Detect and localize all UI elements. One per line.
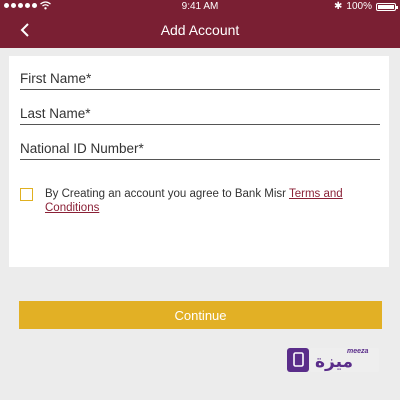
terms-checkbox[interactable] — [20, 188, 33, 201]
battery-icon — [376, 2, 398, 11]
last-name-field — [20, 103, 380, 125]
battery-percent: 100% — [346, 1, 372, 12]
national-id-field — [20, 138, 380, 160]
first-name-field — [20, 68, 380, 90]
national-id-input[interactable] — [20, 138, 380, 156]
status-right: ✱ 100% — [334, 0, 398, 13]
terms-agreement-text: By Creating an account you agree to Bank… — [45, 187, 365, 215]
page-title: Add Account — [160, 22, 240, 38]
first-name-input[interactable] — [20, 68, 380, 86]
meeza-logo: meeza ميزة — [287, 347, 379, 373]
form-card: By Creating an account you agree to Bank… — [9, 56, 389, 267]
meeza-arabic-wordmark: ميزة — [315, 352, 354, 372]
bluetooth-icon: ✱ — [334, 1, 343, 12]
last-name-input[interactable] — [20, 103, 380, 121]
continue-button[interactable]: Continue — [19, 301, 382, 329]
app-header: Add Account — [0, 13, 400, 48]
status-bar: 9:41 AM ✱ 100% — [0, 0, 400, 13]
agree-text: By Creating an account you agree to Bank… — [45, 188, 286, 200]
